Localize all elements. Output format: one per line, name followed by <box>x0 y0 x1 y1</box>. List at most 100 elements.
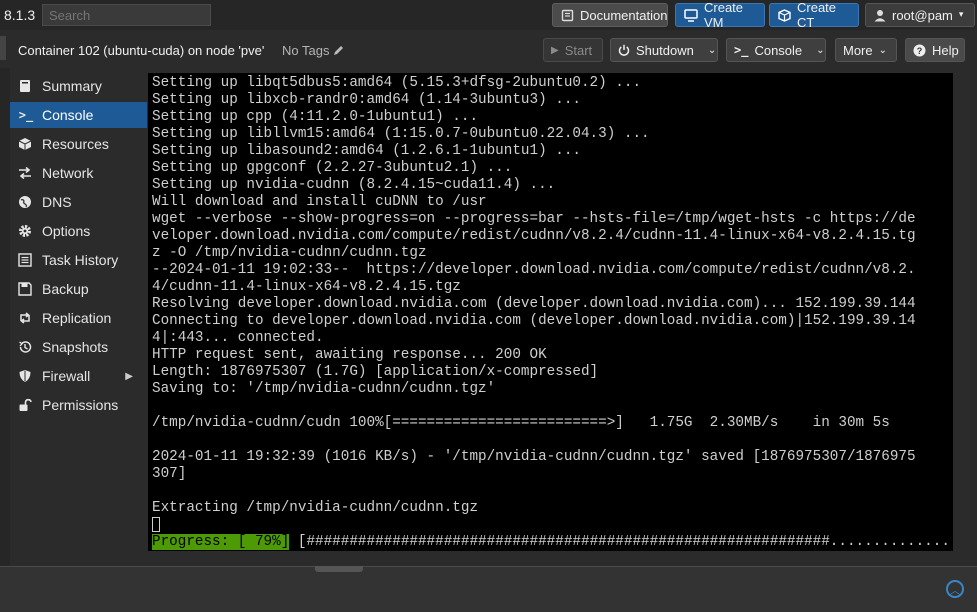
chevron-down-icon[interactable]: ⌄ <box>708 45 716 56</box>
terminal-line: 4/cudnn-11.4-linux-x64-v8.2.4.15.tgz <box>152 279 461 295</box>
terminal-line: Setting up libqt5dbus5:amd64 (5.15.3+dfs… <box>152 75 642 91</box>
sidebar-item-label: Summary <box>42 78 102 94</box>
start-button[interactable]: ▶ Start <box>543 38 603 62</box>
task-log-panel <box>0 566 977 612</box>
create-ct-button[interactable]: Create CT <box>769 0 859 30</box>
list-icon <box>18 253 34 267</box>
desktop-icon <box>684 8 698 22</box>
globe-icon <box>18 195 34 209</box>
help-label: Help <box>932 42 959 58</box>
unlock-icon <box>18 398 34 412</box>
terminal-line: Extracting /tmp/nvidia-cudnn/cudnn.tgz <box>152 500 479 516</box>
chevron-down-icon[interactable]: ⌄ <box>816 45 824 56</box>
chevron-up-circle-icon[interactable]: ︿ <box>946 580 964 598</box>
sidebar-item-task-history[interactable]: Task History <box>10 247 147 273</box>
user-label: root@pam <box>892 7 953 23</box>
console-button[interactable]: >_ Console ⌄ <box>726 38 826 62</box>
terminal-line: Setting up libxcb-randr0:amd64 (1.14-3ub… <box>152 92 581 108</box>
terminal-line: Resolving developer.download.nvidia.com … <box>152 296 916 312</box>
sidebar-item-summary[interactable]: Summary <box>10 73 147 99</box>
terminal-line: veloper.download.nvidia.com/compute/redi… <box>152 228 916 244</box>
terminal-line: Will download and install cuDNN to /usr <box>152 194 487 210</box>
shield-icon <box>18 369 34 383</box>
floppy-icon <box>18 282 34 296</box>
chevron-down-icon: ⌄ <box>878 44 888 56</box>
sidebar-item-label: Backup <box>42 281 89 297</box>
tags-editor[interactable]: No Tags <box>282 43 344 58</box>
progress-bar: [#######################################… <box>289 534 953 550</box>
create-vm-button[interactable]: Create VM <box>675 0 765 30</box>
search-input[interactable] <box>42 4 211 26</box>
terminal-line: Setting up libasound2:amd64 (1.2.6.1-1ub… <box>152 143 581 159</box>
sidebar-item-snapshots[interactable]: Snapshots <box>10 334 147 360</box>
terminal-line: Connecting to developer.download.nvidia.… <box>152 313 916 329</box>
retweet-icon <box>18 311 34 325</box>
shutdown-button[interactable]: Shutdown ⌄ <box>610 38 718 62</box>
collapse-edge[interactable] <box>0 36 6 60</box>
resize-handle[interactable] <box>315 566 363 572</box>
page-title: Container 102 (ubuntu-cuda) on node 'pve… <box>18 43 265 58</box>
sidebar-item-resources[interactable]: Resources <box>10 131 147 157</box>
terminal-line: /tmp/nvidia-cudnn/cudn 100%[============… <box>152 415 890 431</box>
console-label: Console <box>754 42 803 58</box>
terminal-icon: >_ <box>734 43 749 57</box>
sidebar-item-firewall[interactable]: Firewall ▶ <box>10 363 147 389</box>
top-bar: 8.1.3 Documentation Create VM Create CT … <box>0 0 977 30</box>
terminal-line: 307] <box>152 466 187 482</box>
create-vm-label: Create VM <box>704 0 744 30</box>
book-icon <box>18 79 34 93</box>
sidebar-item-backup[interactable]: Backup <box>10 276 147 302</box>
sidebar-item-label: Firewall <box>42 368 91 384</box>
sidebar-item-label: Resources <box>42 136 109 152</box>
progress-label: Progress: [ 79%] <box>152 534 290 550</box>
sidebar-item-label: Options <box>42 223 91 239</box>
terminal-output: Setting up libqt5dbus5:amd64 (5.15.3+dfs… <box>152 75 953 551</box>
sidebar-item-label: Console <box>42 107 94 123</box>
sidebar-item-permissions[interactable]: Permissions <box>10 392 147 418</box>
sidebar-item-replication[interactable]: Replication <box>10 305 147 331</box>
container-header: Container 102 (ubuntu-cuda) on node 'pve… <box>0 32 977 68</box>
text-cursor <box>152 517 160 532</box>
sidebar-item-console[interactable]: >_ Console <box>10 102 147 128</box>
create-ct-label: Create CT <box>797 0 837 30</box>
chevron-down-icon: ▾ <box>958 10 964 20</box>
documentation-button[interactable]: Documentation <box>552 3 668 27</box>
terminal-line: Setting up nvidia-cudnn (8.2.4.15~cuda11… <box>152 177 556 193</box>
exchange-icon <box>18 166 34 180</box>
progress-line: Progress: [ 79%] [######################… <box>152 534 953 551</box>
sidebar-item-label: Replication <box>42 310 112 326</box>
cube-icon <box>778 8 791 22</box>
sidebar-item-dns[interactable]: DNS <box>10 189 147 215</box>
tags-label: No Tags <box>282 43 330 58</box>
sidebar-item-label: Permissions <box>42 397 119 413</box>
pencil-icon[interactable] <box>333 45 344 56</box>
shutdown-label: Shutdown <box>636 42 694 58</box>
sidebar-item-options[interactable]: Options <box>10 218 147 244</box>
book-icon <box>561 9 574 22</box>
scrollbar[interactable] <box>953 73 977 551</box>
user-menu-button[interactable]: root@pam ▾ <box>865 3 975 27</box>
terminal-line: Length: 1876975307 (1.7G) [application/x… <box>152 364 599 380</box>
play-icon: ▶ <box>551 44 559 56</box>
question-circle-icon: ? <box>913 44 926 57</box>
expand-arrow-icon[interactable]: ▶ <box>125 371 133 382</box>
start-label: Start <box>564 42 593 58</box>
terminal-line: 4|:443... connected. <box>152 330 324 346</box>
more-label: More <box>843 42 873 58</box>
terminal-line: --2024-01-11 19:02:33-- https://develope… <box>152 262 916 278</box>
more-button[interactable]: More ⌄ <box>835 38 897 62</box>
terminal-line: Setting up libllvm15:amd64 (1:15.0.7-0ub… <box>152 126 650 142</box>
help-button[interactable]: ? Help <box>905 38 965 62</box>
sidebar-rail <box>0 68 10 566</box>
sidebar-item-label: Task History <box>42 252 119 268</box>
gear-icon <box>18 224 34 238</box>
cube-icon <box>18 137 34 151</box>
terminal-screen[interactable]: Setting up libqt5dbus5:amd64 (5.15.3+dfs… <box>148 73 953 551</box>
terminal-line: Setting up gpgconf (2.2.27-3ubuntu2.1) .… <box>152 160 513 176</box>
sidebar-item-network[interactable]: Network <box>10 160 147 186</box>
history-icon <box>18 340 34 354</box>
terminal-line: wget --verbose --show-progress=on --prog… <box>152 211 916 227</box>
